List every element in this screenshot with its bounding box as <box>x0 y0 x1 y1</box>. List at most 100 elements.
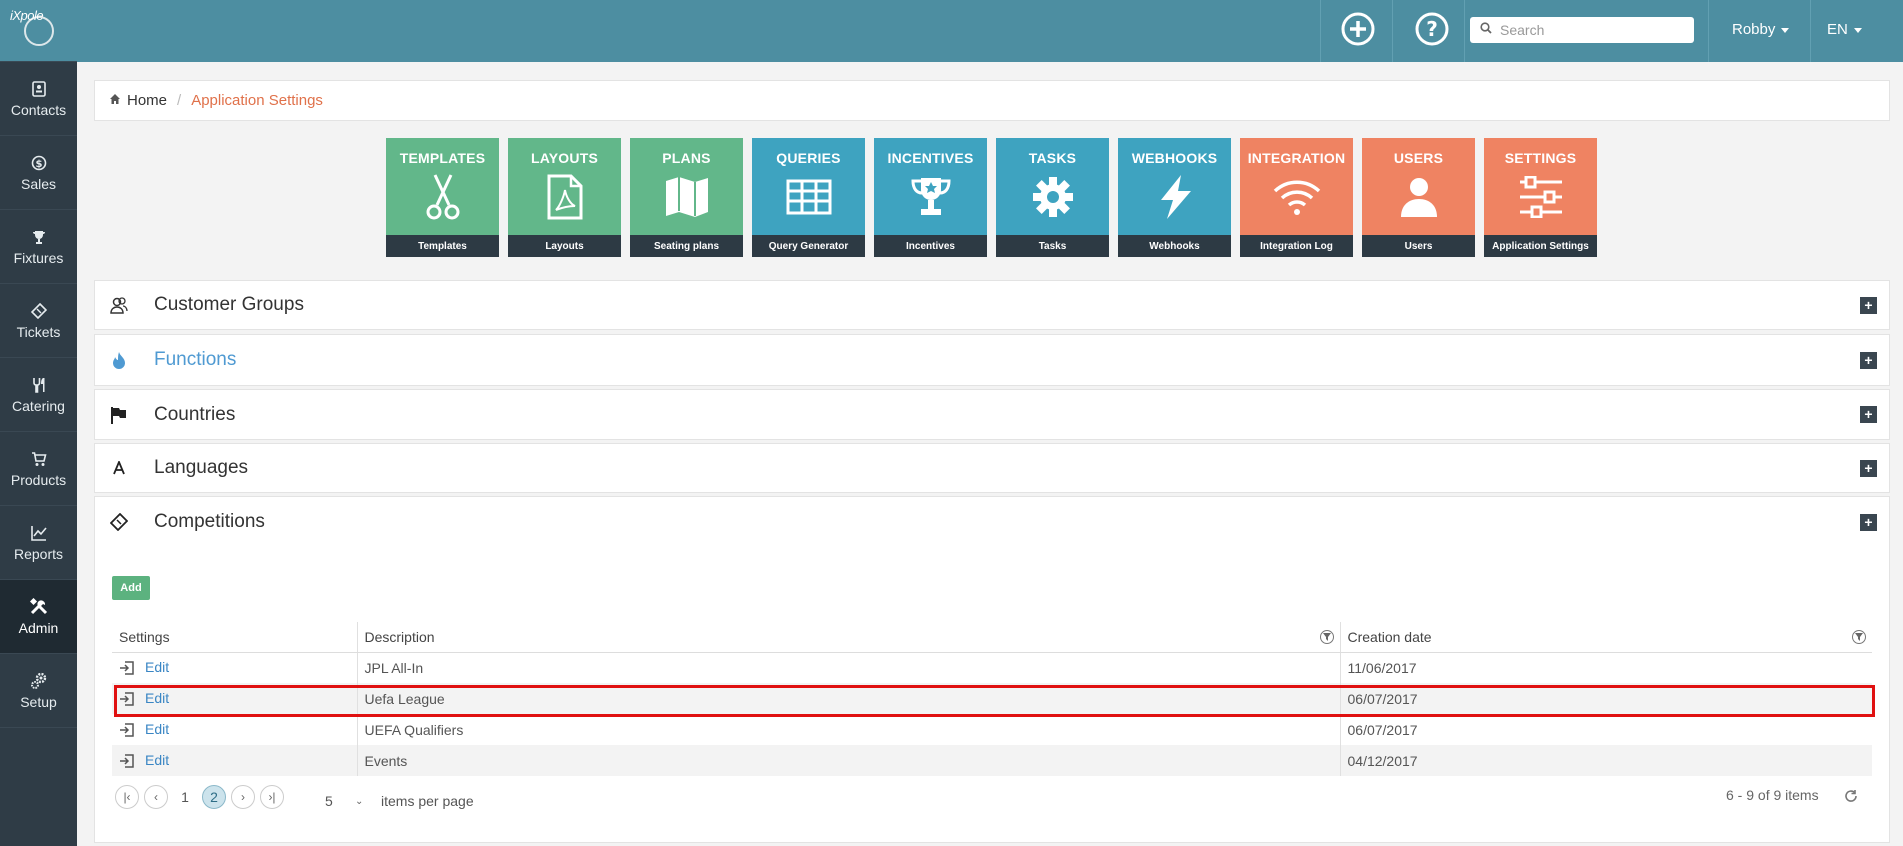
edit-link[interactable]: Edit <box>145 752 169 768</box>
search-input[interactable] <box>1500 22 1680 38</box>
page-number[interactable]: 1 <box>173 789 197 805</box>
filter-icon[interactable] <box>1852 630 1866 644</box>
next-page-icon[interactable]: › <box>231 785 255 809</box>
search-box <box>1470 17 1694 43</box>
expand-plus-icon[interactable]: + <box>1860 513 1877 531</box>
gear-icon <box>1028 172 1078 222</box>
accordion-functions[interactable]: Functions + <box>94 334 1890 386</box>
table-row: Edit JPL All-In 11/06/2017 <box>112 652 1872 683</box>
sidebar-item-setup[interactable]: Setup <box>0 654 77 728</box>
tile-footer: Query Generator <box>752 235 865 257</box>
map-icon <box>662 172 712 222</box>
chevron-down-icon[interactable]: ⌄ <box>355 796 373 807</box>
tile-plans[interactable]: PLANS Seating plans <box>630 138 743 257</box>
language-menu[interactable]: EN <box>1827 21 1862 38</box>
sidebar-item-admin[interactable]: Admin <box>0 580 77 654</box>
gears-icon <box>29 671 49 691</box>
tile-incentives[interactable]: INCENTIVES Incentives <box>874 138 987 257</box>
user-menu[interactable]: Robby <box>1704 21 1790 38</box>
tile-users[interactable]: USERS Users <box>1362 138 1475 257</box>
expand-plus-icon[interactable]: + <box>1860 406 1877 423</box>
date-cell: 04/12/2017 <box>1339 745 1872 776</box>
sidebar-item-reports[interactable]: Reports <box>0 506 77 580</box>
date-cell: 11/06/2017 <box>1339 652 1872 683</box>
contact-card-icon <box>29 79 49 99</box>
column-header-settings: Settings <box>112 622 357 653</box>
page-size-select[interactable]: 5 ⌄ items per page <box>325 793 474 809</box>
sidebar-item-fixtures[interactable]: Fixtures <box>0 210 77 284</box>
edit-link[interactable]: Edit <box>145 690 169 706</box>
trophy-icon <box>29 227 49 247</box>
sidebar-item-label: Fixtures <box>13 250 64 266</box>
dollar-icon: $ <box>29 153 49 173</box>
tile-templates[interactable]: TEMPLATES Templates <box>386 138 499 257</box>
app-logo[interactable]: iXpole <box>0 0 77 62</box>
tile-footer: Incentives <box>874 235 987 257</box>
column-header-description[interactable]: Description <box>356 622 1340 653</box>
user-name: Robby <box>1732 21 1776 38</box>
tile-footer: Templates <box>386 235 499 257</box>
utensils-icon <box>29 375 49 395</box>
sidebar-item-contacts[interactable]: Contacts <box>0 62 77 136</box>
sidebar-item-label: Catering <box>12 398 65 414</box>
filter-icon[interactable] <box>1319 630 1334 644</box>
flag-icon <box>109 405 129 425</box>
expand-plus-icon[interactable]: + <box>1860 296 1877 314</box>
tile-footer: Seating plans <box>630 235 743 257</box>
edit-link[interactable]: Edit <box>145 721 169 737</box>
sidebar-item-label: Setup <box>20 694 57 710</box>
tile-footer: Users <box>1362 235 1475 257</box>
accordion-customer-groups[interactable]: Customer Groups + <box>94 280 1890 330</box>
ticket-icon <box>109 512 129 532</box>
expand-plus-icon[interactable]: + <box>1860 459 1877 477</box>
page-size-label: items per page <box>381 793 474 809</box>
accordion-languages[interactable]: Languages + <box>94 443 1890 493</box>
prev-page-icon[interactable]: ‹ <box>144 785 168 809</box>
date-cell: 06/07/2017 <box>1339 714 1872 745</box>
tile-layouts[interactable]: LAYOUTS Layouts <box>508 138 621 257</box>
help-button[interactable]: ? <box>1413 12 1451 50</box>
tile-footer: Application Settings <box>1484 235 1597 257</box>
last-page-icon[interactable]: ›| <box>260 785 284 809</box>
expand-plus-icon[interactable]: + <box>1860 351 1877 369</box>
breadcrumb-separator: / <box>177 92 182 109</box>
sidebar-item-label: Contacts <box>10 102 67 118</box>
sidebar-item-catering[interactable]: Catering <box>0 358 77 432</box>
breadcrumb-home-link[interactable]: Home <box>127 92 167 109</box>
accordion-title: Competitions <box>154 511 265 532</box>
topbar-divider <box>1810 0 1811 62</box>
description-cell: Uefa League <box>356 683 1340 714</box>
sidebar-item-products[interactable]: Products <box>0 432 77 506</box>
pdf-file-icon <box>540 172 590 222</box>
scissors-icon <box>418 172 468 222</box>
page-number-current[interactable]: 2 <box>202 785 226 809</box>
refresh-icon[interactable] <box>1842 787 1860 805</box>
tile-footer: Layouts <box>508 235 621 257</box>
accordion-competitions[interactable]: Competitions + <box>94 496 1890 548</box>
edit-link[interactable]: Edit <box>145 659 169 675</box>
description-cell: JPL All-In <box>356 652 1340 683</box>
sidebar-item-sales[interactable]: $ Sales <box>0 136 77 210</box>
tile-queries[interactable]: QUERIES Query Generator <box>752 138 865 257</box>
tile-title: LAYOUTS <box>530 150 598 166</box>
accordion-title: Countries <box>154 403 236 425</box>
search-icon <box>1480 21 1492 39</box>
sidebar-item-tickets[interactable]: Tickets <box>0 284 77 358</box>
tile-tasks[interactable]: TASKS Tasks <box>996 138 1109 257</box>
accordion-countries[interactable]: Countries + <box>94 389 1890 440</box>
trophy-icon <box>906 172 956 222</box>
breadcrumb: Home / Application Settings <box>94 80 1890 121</box>
add-new-button[interactable] <box>1339 12 1377 50</box>
font-icon <box>109 458 129 478</box>
tile-webhooks[interactable]: WEBHOOKS Webhooks <box>1118 138 1231 257</box>
tile-settings[interactable]: SETTINGS Application Settings <box>1484 138 1597 257</box>
tools-icon <box>29 597 49 617</box>
sidebar: iXpole Contacts $ Sales Fixtures Tickets… <box>0 0 77 846</box>
tile-footer: Integration Log <box>1240 235 1353 257</box>
accordion-title: Languages <box>154 457 249 478</box>
chart-icon <box>29 523 49 543</box>
tile-integration[interactable]: INTEGRATION Integration Log <box>1240 138 1353 257</box>
first-page-icon[interactable]: |‹ <box>115 785 139 809</box>
column-header-creation-date[interactable]: Creation date <box>1339 622 1872 653</box>
add-button[interactable]: Add <box>112 576 150 600</box>
